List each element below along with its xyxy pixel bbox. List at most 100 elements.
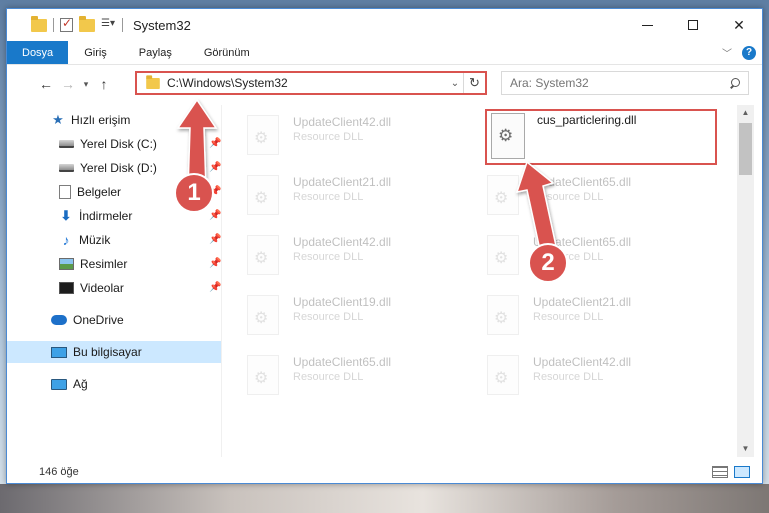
pin-icon[interactable]: 📌 [209,283,221,293]
sidebar-item-onedrive[interactable]: OneDrive [7,309,221,331]
dll-file-icon [487,355,519,395]
large-icons-view-icon[interactable] [734,466,750,478]
tab-share[interactable]: Paylaş [123,41,188,64]
pin-icon[interactable]: 📌 [209,139,221,149]
file-name: UpdateClient21.dll [533,295,632,309]
vertical-scrollbar[interactable]: ▲ ▼ [737,105,754,457]
this-pc-icon [51,346,67,358]
help-icon[interactable]: ? [742,45,756,60]
step-badge-1: 1 [174,173,214,213]
file-name: UpdateClient21.dll [293,175,392,189]
minimize-button[interactable] [624,9,670,41]
sidebar-item-label: Yerel Disk (C:) [80,137,157,151]
toolbar-separator [122,18,123,32]
desktop-background [0,484,769,513]
file-name: UpdateClient19.dll [293,295,392,309]
pin-icon[interactable]: 📌 [209,211,221,221]
search-icon[interactable] [729,77,740,89]
file-item[interactable]: UpdateClient65.dll Resource DLL [229,349,454,403]
dll-file-icon [487,235,519,275]
dll-file-icon [247,115,279,155]
toolbar-separator [53,18,54,32]
file-item[interactable]: UpdateClient42.dll Resource DLL [469,349,694,403]
tab-view[interactable]: Görünüm [188,41,266,64]
maximize-icon [688,20,698,30]
sidebar-item-this-pc[interactable]: Bu bilgisayar [7,341,221,363]
chevron-down-icon[interactable]: ⌄ [447,78,463,89]
sidebar-item-local-disk-c[interactable]: Yerel Disk (C:) 📌 [7,133,221,155]
file-item[interactable]: UpdateClient42.dll Resource DLL [229,229,454,283]
music-icon: ♪ [62,232,70,248]
sidebar-item-music[interactable]: ♪ Müzik 📌 [7,229,222,251]
customize-toolbar-icon[interactable]: ☰▾ [101,18,116,33]
sidebar-item-label: İndirmeler [79,209,133,223]
pin-icon[interactable]: 📌 [209,259,221,269]
file-item[interactable]: UpdateClient21.dll Resource DLL [229,169,454,223]
file-item[interactable]: UpdateClient65.dll Resource DLL [469,169,694,223]
close-button[interactable]: ✕ [716,9,762,41]
pictures-icon [59,258,74,270]
documents-icon [59,185,71,199]
sidebar-item-videos[interactable]: Videolar 📌 [7,277,221,299]
dll-file-icon [247,175,279,215]
file-type: Resource DLL [293,371,364,383]
file-type: Resource DLL [533,371,604,383]
dll-file-icon [487,295,519,335]
sidebar-item-quick-access[interactable]: ★ Hızlı erişim [7,109,221,131]
file-item[interactable]: UpdateClient42.dll Resource DLL [229,109,454,163]
properties-icon[interactable] [60,16,73,32]
step-badge-2: 2 [528,243,568,283]
dll-file-icon [491,113,525,159]
navigation-pane: ★ Hızlı erişim Yerel Disk (C:) 📌 Yerel D… [7,105,221,455]
file-item-cus-particlering-dll[interactable]: cus_particlering.dll [485,109,717,165]
sidebar-item-label: Hızlı erişim [71,113,131,127]
address-path[interactable]: C:\Windows\System32 [167,76,288,90]
details-view-icon[interactable] [712,466,728,478]
dll-file-icon [247,355,279,395]
recent-locations-chevron-icon[interactable]: ▾ [79,79,93,90]
file-item[interactable]: UpdateClient19.dll Resource DLL [229,289,454,343]
dll-file-icon [247,235,279,275]
sidebar-item-label: Yerel Disk (D:) [80,161,157,175]
pin-icon[interactable]: 📌 [209,163,221,173]
sidebar-item-label: Ağ [73,377,88,391]
window-controls: ✕ [624,9,762,41]
back-arrow-icon[interactable]: ← [35,76,57,92]
search-box[interactable] [501,71,749,95]
onedrive-icon [51,315,67,325]
file-name: cus_particlering.dll [537,113,637,127]
scroll-up-icon[interactable]: ▲ [737,105,754,121]
address-bar[interactable]: C:\Windows\System32 ⌄ ↻ [135,71,487,95]
tab-file[interactable]: Dosya [7,41,69,64]
pane-divider[interactable] [221,105,222,457]
downloads-icon: ⬇ [60,208,72,223]
file-item[interactable]: UpdateClient21.dll Resource DLL [469,289,694,343]
forward-arrow-icon[interactable]: → [57,76,79,92]
file-item[interactable]: UpdateClient65.dll Resource DLL [469,229,694,283]
navigation-bar: ← → ▾ ↑ C:\Windows\System32 ⌄ ↻ [7,71,762,97]
file-list: UpdateClient42.dll Resource DLL UpdateCl… [229,105,737,457]
file-type: Resource DLL [293,191,364,203]
up-arrow-icon[interactable]: ↑ [93,76,115,92]
refresh-icon[interactable]: ↻ [463,73,485,93]
new-folder-icon[interactable] [79,15,95,32]
scroll-down-icon[interactable]: ▼ [737,441,754,457]
file-name: UpdateClient65.dll [533,175,632,189]
sidebar-item-pictures[interactable]: Resimler 📌 [7,253,221,275]
scrollbar-thumb[interactable] [739,123,752,175]
item-count: 146 öğe [39,466,79,478]
tab-home[interactable]: Giriş [68,41,123,64]
dll-file-icon [247,295,279,335]
pin-icon[interactable]: 📌 [209,235,221,245]
maximize-button[interactable] [670,9,716,41]
file-name: UpdateClient42.dll [293,115,392,129]
sidebar-item-label: Bu bilgisayar [73,345,142,359]
search-input[interactable] [510,76,710,90]
drive-icon [59,140,74,148]
dll-file-icon [487,175,519,215]
sidebar-item-network[interactable]: Ağ [7,373,221,395]
file-type: Resource DLL [293,131,364,143]
quick-access-toolbar: ☰▾ [7,15,123,33]
expand-ribbon-icon[interactable]: ﹀ [722,45,732,60]
file-name: UpdateClient65.dll [293,355,392,369]
